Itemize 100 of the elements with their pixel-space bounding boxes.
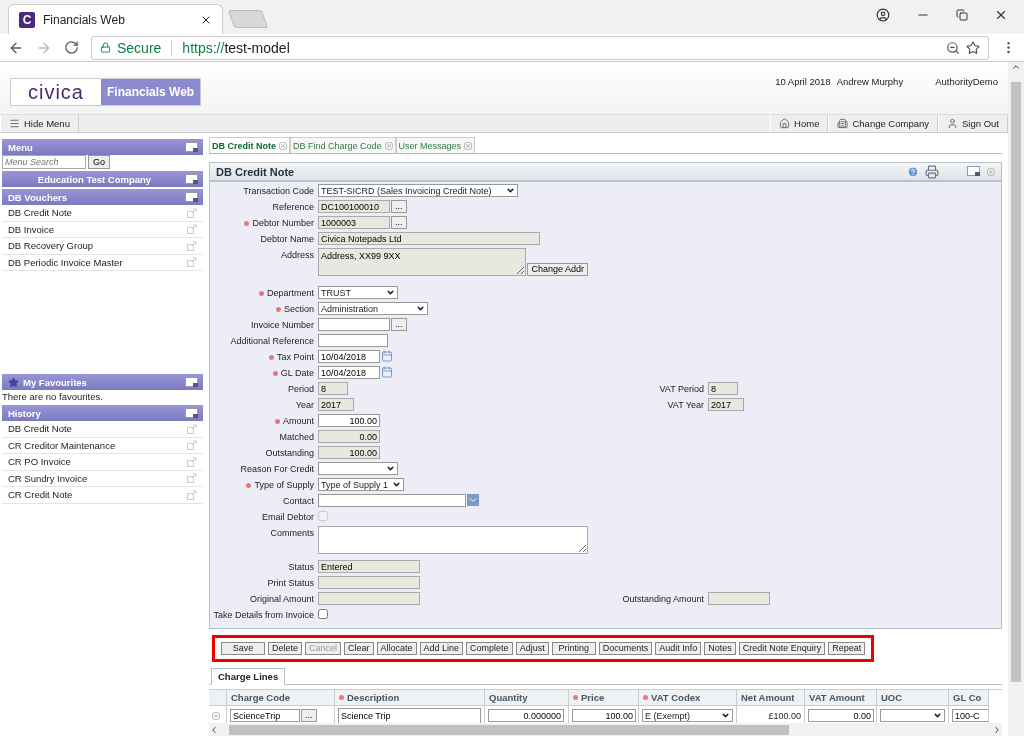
- text-field[interactable]: 8: [318, 382, 348, 395]
- menu-item[interactable]: DB Periodic Invoice Master: [2, 254, 203, 271]
- calendar-icon[interactable]: [381, 366, 393, 378]
- calendar-icon[interactable]: [381, 350, 393, 362]
- action-button[interactable]: Complete: [466, 642, 513, 655]
- panel-icon[interactable]: [185, 141, 199, 153]
- column-header[interactable]: Net Amount: [737, 690, 805, 706]
- action-button[interactable]: Notes: [704, 642, 736, 655]
- external-link-icon[interactable]: [187, 473, 197, 484]
- history-item[interactable]: CR Sundry Invoice: [2, 470, 203, 487]
- dropdown[interactable]: Type of Supply 1: [318, 478, 404, 491]
- text-field[interactable]: 100-C: [952, 709, 988, 722]
- external-link-icon[interactable]: [187, 240, 197, 251]
- menu-item[interactable]: DB Recovery Group: [2, 238, 203, 255]
- change-address-button[interactable]: Change Addr: [527, 263, 588, 276]
- panel-icon[interactable]: [185, 191, 199, 203]
- text-field[interactable]: 0.00: [808, 709, 874, 722]
- action-button[interactable]: Documents: [598, 642, 653, 655]
- column-header[interactable]: UOC: [877, 690, 949, 706]
- history-item[interactable]: CR PO Invoice: [2, 454, 203, 471]
- action-button[interactable]: Delete: [268, 642, 302, 655]
- text-field[interactable]: 8: [708, 382, 738, 395]
- close-icon[interactable]: [464, 141, 473, 150]
- action-button[interactable]: Clear: [344, 642, 374, 655]
- panel-icon[interactable]: [185, 173, 199, 185]
- browser-tab[interactable]: C Financials Web: [8, 4, 223, 34]
- column-header[interactable]: Price: [569, 690, 639, 706]
- menu-item[interactable]: DB Invoice: [2, 221, 203, 238]
- text-field[interactable]: Entered: [318, 560, 420, 573]
- text-field[interactable]: 0.000000: [488, 709, 564, 722]
- column-header[interactable]: Description: [335, 690, 485, 706]
- panel-icon[interactable]: [185, 407, 199, 419]
- external-link-icon[interactable]: [187, 423, 197, 434]
- date-field[interactable]: 10/04/2018: [318, 350, 380, 363]
- text-field[interactable]: 2017: [318, 398, 354, 411]
- scroll-right-icon[interactable]: [992, 724, 1002, 735]
- help-icon[interactable]: [907, 165, 919, 178]
- checkbox[interactable]: [318, 609, 328, 619]
- zoom-icon[interactable]: [946, 40, 960, 55]
- date-field[interactable]: 10/04/2018: [318, 366, 380, 379]
- action-button[interactable]: Save: [221, 642, 265, 655]
- nav-link[interactable]: Change Company: [828, 115, 939, 132]
- go-button[interactable]: Go: [88, 155, 110, 169]
- dropdown[interactable]: TEST-SICRD (Sales Invoicing Credit Note): [318, 184, 518, 197]
- text-field[interactable]: [318, 494, 466, 507]
- action-button[interactable]: Add Line: [419, 642, 464, 655]
- external-link-icon[interactable]: [187, 207, 197, 218]
- external-link-icon[interactable]: [187, 489, 197, 500]
- external-link-icon[interactable]: [187, 224, 197, 235]
- dropdown[interactable]: TRUST: [318, 286, 398, 299]
- text-field[interactable]: [318, 318, 390, 331]
- lookup-button[interactable]: ...: [391, 200, 407, 213]
- scroll-up-icon[interactable]: [1011, 62, 1021, 72]
- column-header[interactable]: VAT Codex: [639, 690, 737, 706]
- horizontal-scrollbar[interactable]: [209, 723, 1002, 736]
- action-button[interactable]: Audit Info: [655, 642, 702, 655]
- window-icon[interactable]: [967, 166, 981, 177]
- column-header[interactable]: GL Co: [949, 690, 989, 706]
- text-area[interactable]: Science Trip: [338, 707, 481, 724]
- history-item[interactable]: DB Credit Note: [2, 421, 203, 438]
- text-area[interactable]: [318, 526, 588, 554]
- profile-icon[interactable]: [876, 8, 890, 22]
- amount-field[interactable]: 100.00: [318, 446, 380, 459]
- dropdown-icon[interactable]: [467, 494, 479, 506]
- text-field[interactable]: 100.00: [572, 709, 636, 722]
- amount-field[interactable]: 100.00: [318, 414, 380, 427]
- nav-link[interactable]: Home: [770, 115, 829, 132]
- dropdown[interactable]: Administration: [318, 302, 428, 315]
- dropdown[interactable]: E (Exempt): [642, 709, 733, 722]
- text-field[interactable]: [318, 592, 420, 605]
- action-button[interactable]: Credit Note Enquiry: [738, 642, 826, 655]
- text-field[interactable]: [318, 576, 420, 589]
- dropdown[interactable]: [880, 709, 945, 722]
- external-link-icon[interactable]: [187, 257, 197, 268]
- new-tab-button[interactable]: [227, 10, 269, 28]
- menu-search-field[interactable]: Menu Search: [2, 155, 86, 169]
- bookmark-star-icon[interactable]: [966, 40, 980, 55]
- close-window-icon[interactable]: [994, 8, 1008, 22]
- column-header[interactable]: VAT Amount: [805, 690, 877, 706]
- vertical-scrollbar[interactable]: [1008, 62, 1024, 736]
- menu-item[interactable]: DB Credit Note: [2, 205, 203, 222]
- lookup-button[interactable]: ...: [301, 709, 317, 722]
- external-link-icon[interactable]: [187, 456, 197, 467]
- charge-lines-tab[interactable]: Charge Lines: [211, 668, 286, 685]
- action-button[interactable]: Repeat: [828, 642, 866, 655]
- text-field[interactable]: [318, 334, 388, 347]
- column-header[interactable]: Charge Code: [227, 690, 335, 706]
- action-button[interactable]: Allocate: [376, 642, 417, 655]
- tab[interactable]: User Messages: [395, 137, 476, 153]
- action-button[interactable]: Adjust: [515, 642, 549, 655]
- reload-icon[interactable]: [64, 40, 79, 55]
- close-icon[interactable]: [212, 711, 220, 720]
- text-area[interactable]: Address, XX99 9XX: [318, 248, 527, 276]
- restore-icon[interactable]: [956, 9, 968, 21]
- dropdown[interactable]: [318, 462, 398, 475]
- text-field[interactable]: DC100100010: [318, 200, 390, 213]
- printer-icon[interactable]: [925, 164, 939, 179]
- history-item[interactable]: CR Creditor Maintenance: [2, 437, 203, 454]
- text-field[interactable]: 2017: [708, 398, 744, 411]
- text-field[interactable]: [708, 592, 770, 605]
